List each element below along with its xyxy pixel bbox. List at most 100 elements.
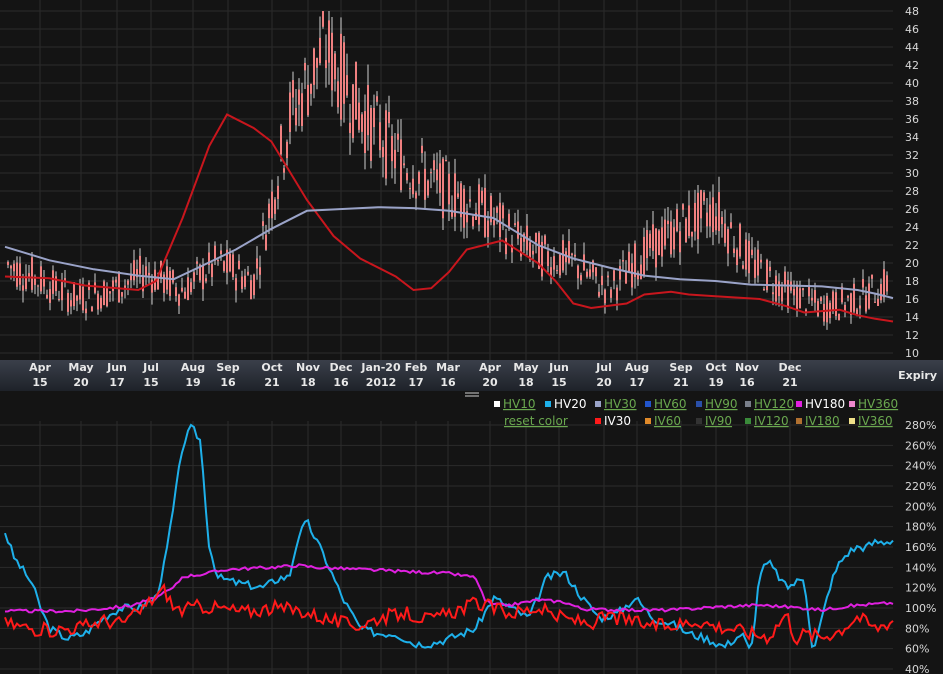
price-tick-label: 16 <box>905 293 919 306</box>
reset-color-link[interactable]: reset color <box>504 414 568 428</box>
axis-day-label: 18 <box>300 376 315 389</box>
candle-body <box>394 149 396 169</box>
price-tick-label: 30 <box>905 167 919 180</box>
legend-toggle-hv360[interactable]: HV360 <box>858 397 898 411</box>
volatility-tick-label: 100% <box>905 602 936 615</box>
volatility-tick-label: 220% <box>905 480 936 493</box>
axis-day-label: 19 <box>185 376 200 389</box>
legend-toggle-hv120[interactable]: HV120 <box>754 397 794 411</box>
price-panel-bg <box>0 0 943 360</box>
candle-body <box>265 234 267 250</box>
candle-body <box>127 280 129 285</box>
axis-month-label: Apr <box>29 361 51 374</box>
candle-body <box>223 261 225 271</box>
candle-body <box>775 275 777 302</box>
axis-day-label: 20 <box>482 376 498 389</box>
legend-toggle-iv30[interactable]: IV30 <box>604 414 631 428</box>
candle-body <box>556 270 558 272</box>
candle-body <box>79 285 81 300</box>
price-tick-label: 38 <box>905 95 919 108</box>
candle-body <box>190 282 192 293</box>
candle-body <box>349 122 351 133</box>
legend-toggle-iv60[interactable]: IV60 <box>654 414 681 428</box>
candle-body <box>457 193 459 198</box>
axis-day-label: 16 <box>333 376 349 389</box>
legend-swatch <box>696 418 702 424</box>
candle-body <box>256 258 258 269</box>
candle-body <box>865 295 867 312</box>
candle-body <box>622 260 624 262</box>
candle-body <box>874 301 876 303</box>
axis-month-label: Mar <box>436 361 460 374</box>
axis-month-label: Oct <box>261 361 282 374</box>
candle-body <box>106 286 108 307</box>
candle-body <box>883 269 885 298</box>
axis-day-label: 15 <box>32 376 47 389</box>
candle-body <box>685 218 687 243</box>
candle-body <box>673 227 675 250</box>
axis-day-label: 17 <box>629 376 644 389</box>
candle-body <box>517 221 519 239</box>
legend-toggle-iv180[interactable]: IV180 <box>805 414 840 428</box>
legend-swatch <box>796 401 802 407</box>
candle-body <box>469 199 471 202</box>
candle-body <box>886 275 888 292</box>
candle-body <box>100 297 102 309</box>
axis-day-label: 20 <box>596 376 612 389</box>
axis-month-label: Dec <box>329 361 352 374</box>
axis-month-label: Jul <box>142 361 159 374</box>
candle-body <box>13 263 15 272</box>
legend-toggle-hv30[interactable]: HV30 <box>604 397 637 411</box>
expiry-axis: Apr 15 May 20 Jun 17 Jul 15 Aug 19 Sep 16 Oct 21 Nov 18… <box>0 360 943 391</box>
axis-month-label: Apr <box>479 361 501 374</box>
candle-body <box>598 291 600 297</box>
legend-swatch <box>595 418 601 424</box>
candle-body <box>430 172 432 174</box>
legend-toggle-hv180[interactable]: HV180 <box>805 397 845 411</box>
candle-body <box>52 270 54 294</box>
candle-body <box>259 267 261 275</box>
axis-day-label: 16 <box>440 376 456 389</box>
candle-body <box>613 270 615 281</box>
candle-body <box>604 289 606 304</box>
candle-body <box>607 275 609 278</box>
axis-day-label: 21 <box>264 376 279 389</box>
candle-body <box>709 204 711 227</box>
axis-month-label: Dec <box>778 361 801 374</box>
candle-body <box>298 89 300 105</box>
legend-toggle-iv120[interactable]: IV120 <box>754 414 789 428</box>
price-tick-label: 36 <box>905 113 919 126</box>
axis-month-label: Nov <box>735 361 760 374</box>
axis-day-label: 15 <box>551 376 566 389</box>
price-chart: 10 12 14 16 18 20 22 24 26 28 30 32 34 36 38 40 42 44 46 48 <box>0 0 943 360</box>
candle-body <box>445 160 447 162</box>
candle-body <box>367 85 369 136</box>
candle-body <box>877 298 879 306</box>
candle-body <box>73 282 75 307</box>
legend-toggle-iv360[interactable]: IV360 <box>858 414 893 428</box>
candle-body <box>322 11 324 27</box>
legend-toggle-hv20[interactable]: HV20 <box>554 397 587 411</box>
price-tick-label: 32 <box>905 149 919 162</box>
legend-swatch <box>545 401 551 407</box>
candle-body <box>85 308 87 314</box>
axis-month-label: Sep <box>669 361 692 374</box>
price-tick-label: 42 <box>905 59 919 72</box>
price-tick-label: 14 <box>905 311 919 324</box>
candle-body <box>439 163 441 193</box>
candle-body <box>691 231 693 237</box>
candle-body <box>382 147 384 158</box>
axis-month-label: Jun <box>548 361 569 374</box>
legend-toggle-hv90[interactable]: HV90 <box>705 397 738 411</box>
legend-toggle-iv90[interactable]: IV90 <box>705 414 732 428</box>
candle-body <box>415 192 417 199</box>
candle-body <box>454 173 456 217</box>
candle-body <box>283 168 285 173</box>
candle-body <box>871 274 873 279</box>
legend-toggle-hv10[interactable]: HV10 <box>503 397 536 411</box>
candle-body <box>730 222 732 228</box>
candle-body <box>478 184 480 225</box>
legend-toggle-hv60[interactable]: HV60 <box>654 397 687 411</box>
candle-body <box>676 209 678 231</box>
legend-swatch <box>796 418 802 424</box>
